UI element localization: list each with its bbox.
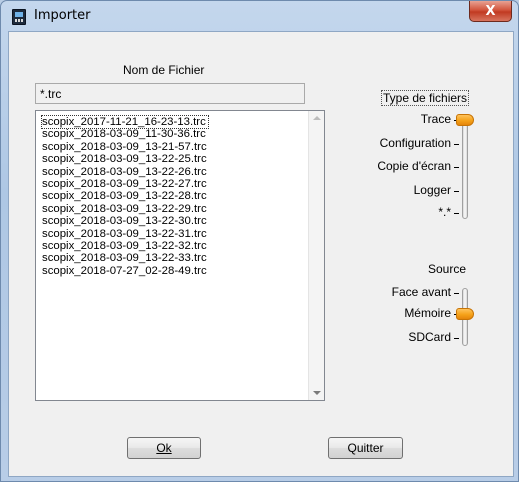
type_group-option[interactable]: Copie d'écran (377, 159, 451, 173)
tick-mark (454, 144, 459, 145)
source_group-slider-thumb[interactable] (456, 308, 474, 320)
tick-mark (454, 167, 459, 168)
source_group-option[interactable]: SDCard (408, 330, 451, 344)
file-list-item[interactable]: scopix_2018-03-09_13-22-31.trc (42, 228, 207, 240)
window-title: Importer (34, 8, 91, 23)
file-list-item[interactable]: scopix_2018-03-09_13-22-27.trc (42, 178, 207, 190)
dialog-body: Nom de Fichier *.trc scopix_2017-11-21_1… (8, 31, 514, 477)
file-list[interactable]: scopix_2017-11-21_16-23-13.trc scopix_201… (35, 110, 325, 401)
file-list-item[interactable]: scopix_2018-03-09_13-22-29.trc (42, 203, 207, 215)
file-list-item[interactable]: scopix_2018-07-27_02-28-49.trc (42, 265, 207, 277)
title-bar[interactable]: Importer X (1, 1, 518, 31)
tick-mark (454, 293, 459, 294)
file-list-item[interactable]: scopix_2018-03-09_11-30-36.trc (42, 128, 206, 140)
file-list-item[interactable]: scopix_2018-03-09_13-22-26.trc (42, 166, 207, 178)
type_group-option[interactable]: Logger (414, 183, 451, 197)
file-type-title: Type de fichiers (380, 90, 470, 106)
file-list-item[interactable]: scopix_2018-03-09_13-22-28.trc (42, 190, 207, 202)
app-icon (12, 9, 26, 25)
file-list-item[interactable]: scopix_2018-03-09_13-22-33.trc (42, 252, 207, 264)
close-button[interactable]: X (469, 1, 512, 22)
type_group-option[interactable]: Trace (421, 112, 451, 126)
file-list-item[interactable]: scopix_2018-03-09_13-22-30.trc (42, 215, 207, 227)
source_group-option[interactable]: Mémoire (404, 306, 451, 320)
tick-mark (454, 338, 459, 339)
file-type-slider[interactable] (462, 119, 468, 219)
quit-button[interactable]: Quitter (328, 437, 403, 459)
filename-label: Nom de Fichier (123, 63, 205, 77)
file-list-item[interactable]: scopix_2018-03-09_13-22-32.trc (42, 240, 207, 252)
scroll-down-icon[interactable] (313, 391, 321, 395)
type_group-option[interactable]: *.* (438, 205, 451, 219)
source-title: Source (428, 262, 467, 276)
tick-mark (454, 213, 459, 214)
quit-button-label: Quitter (347, 441, 384, 455)
importer-window: Importer X Nom de Fichier *.trc scopix_2… (0, 0, 519, 482)
file-list-item[interactable]: scopix_2018-03-09_13-21-57.trc (42, 141, 207, 153)
filename-filter-input[interactable]: *.trc (35, 83, 305, 104)
file-list-item[interactable]: scopix_2017-11-21_16-23-13.trc (41, 115, 209, 129)
file-list-scrollbar[interactable] (308, 111, 324, 400)
tick-mark (454, 191, 459, 192)
file-list-item[interactable]: scopix_2018-03-09_13-22-25.trc (42, 153, 207, 165)
type_group-option[interactable]: Configuration (380, 136, 451, 150)
ok-button[interactable]: Ok (127, 437, 201, 459)
scroll-up-icon[interactable] (313, 116, 321, 120)
ok-button-label: Ok (156, 441, 172, 455)
type_group-slider-thumb[interactable] (456, 114, 474, 126)
source_group-option[interactable]: Face avant (392, 285, 451, 299)
